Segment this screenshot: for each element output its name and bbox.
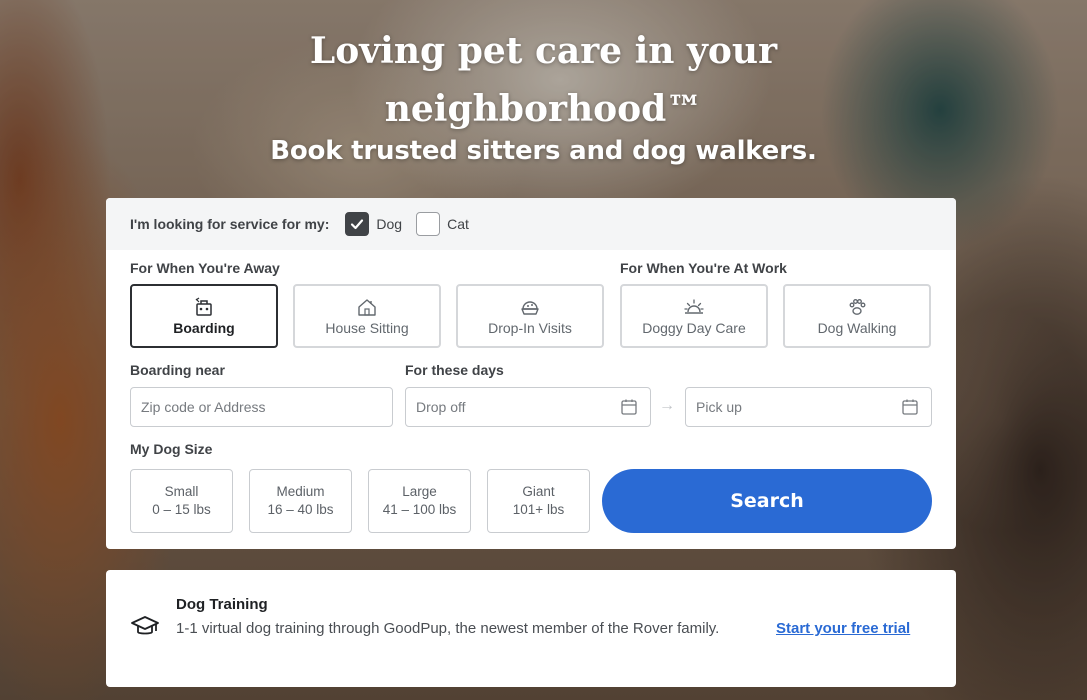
service-house-sitting-label: House Sitting (325, 320, 409, 336)
search-button[interactable]: Search (602, 469, 932, 533)
service-dog-walking-label: Dog Walking (817, 320, 897, 336)
service-house-sitting[interactable]: House Sitting (293, 284, 441, 348)
size-name: Giant (522, 484, 555, 499)
dog-size-large[interactable]: Large 41 – 100 lbs (368, 469, 471, 533)
promo-description: 1-1 virtual dog training through GoodPup… (176, 620, 720, 637)
service-boarding-label: Boarding (173, 320, 235, 336)
paw-icon (849, 299, 866, 315)
pickup-placeholder: Pick up (696, 399, 742, 415)
calendar-icon (621, 399, 637, 415)
date-range-arrow-icon: → (659, 397, 675, 414)
dog-size-giant[interactable]: Giant 101+ lbs (487, 469, 590, 533)
size-name: Large (402, 484, 437, 499)
dog-checkbox-label: Dog (376, 216, 403, 232)
pet-type-prompt: I'm looking for service for my: (130, 216, 330, 232)
dog-size-label: My Dog Size (130, 441, 213, 457)
size-range: 0 – 15 lbs (152, 502, 211, 517)
food-bowl-icon (521, 301, 539, 315)
sun-icon (684, 299, 704, 314)
work-services-label: For When You're At Work (620, 260, 787, 276)
size-name: Medium (276, 484, 325, 499)
away-services-label: For When You're Away (130, 260, 280, 276)
dates-label: For these days (405, 362, 504, 378)
dog-checkbox[interactable] (345, 212, 370, 236)
dropoff-placeholder: Drop off (416, 399, 466, 415)
house-icon (358, 299, 376, 316)
location-input[interactable]: Zip code or Address (130, 387, 393, 427)
size-range: 101+ lbs (512, 502, 565, 517)
search-card: I'm looking for service for my: Dog Cat … (106, 198, 956, 549)
service-dog-walking[interactable]: Dog Walking (783, 284, 931, 348)
service-drop-in-visits-label: Drop-In Visits (488, 320, 572, 336)
dog-size-small[interactable]: Small 0 – 15 lbs (130, 469, 233, 533)
cat-checkbox[interactable] (416, 212, 441, 236)
size-range: 41 – 100 lbs (382, 502, 457, 517)
hero: Loving pet care in your neighborhood™ Bo… (0, 22, 1087, 166)
dog-training-promo: Dog Training 1-1 virtual dog training th… (106, 570, 956, 687)
promo-title: Dog Training (176, 596, 268, 613)
service-doggy-day-care[interactable]: Doggy Day Care (620, 284, 768, 348)
location-label: Boarding near (130, 362, 225, 378)
cat-checkbox-label: Cat (447, 216, 469, 232)
pickup-date-input[interactable]: Pick up (685, 387, 932, 427)
pet-type-bar: I'm looking for service for my: Dog Cat (106, 198, 956, 250)
dropoff-date-input[interactable]: Drop off (405, 387, 651, 427)
pet-option-cat[interactable]: Cat (416, 212, 469, 236)
service-boarding[interactable]: Boarding (130, 284, 278, 348)
pet-option-dog[interactable]: Dog (345, 212, 402, 236)
graduation-cap-icon (131, 616, 159, 635)
calendar-icon (902, 399, 918, 415)
dog-size-medium[interactable]: Medium 16 – 40 lbs (249, 469, 352, 533)
start-free-trial-link[interactable]: Start your free trial (776, 620, 910, 637)
service-doggy-day-care-label: Doggy Day Care (642, 320, 746, 336)
size-range: 16 – 40 lbs (267, 502, 334, 517)
size-name: Small (164, 484, 199, 499)
checkmark-icon (351, 219, 364, 230)
service-drop-in-visits[interactable]: Drop-In Visits (456, 284, 604, 348)
hero-subtitle: Book trusted sitters and dog walkers. (270, 136, 817, 166)
hero-title: Loving pet care in your neighborhood™ (309, 30, 778, 130)
location-input-placeholder: Zip code or Address (141, 399, 266, 415)
boarding-icon (195, 297, 212, 316)
